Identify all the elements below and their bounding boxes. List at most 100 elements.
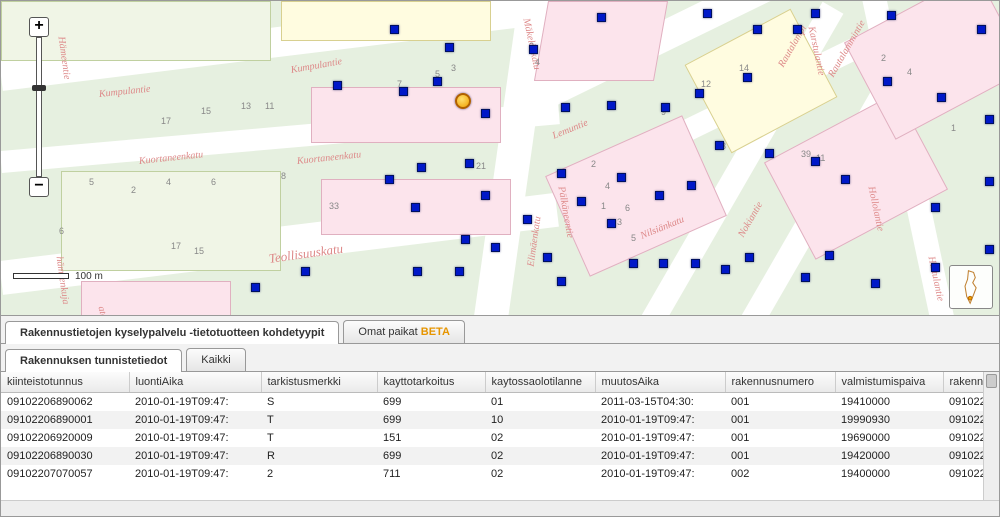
building-marker[interactable]	[417, 163, 426, 172]
building-marker[interactable]	[557, 277, 566, 286]
column-header[interactable]: tarkistusmerkki	[261, 372, 377, 393]
sub-tab[interactable]: Rakennuksen tunnistetiedot	[5, 349, 182, 372]
table-scroll[interactable]: kiinteistotunnusluontiAikatarkistusmerkk…	[1, 372, 999, 500]
table-row[interactable]: 091022069200092010-01-19T09:47:T15102201…	[1, 429, 999, 447]
table-row[interactable]: 091022068900012010-01-19T09:47:T69910201…	[1, 411, 999, 429]
building-marker[interactable]	[801, 273, 810, 282]
building-marker[interactable]	[691, 259, 700, 268]
table-row[interactable]: 091022068900622010-01-19T09:47:S69901201…	[1, 393, 999, 412]
building-marker[interactable]	[825, 251, 834, 260]
building-marker[interactable]	[743, 73, 752, 82]
building-marker[interactable]	[413, 267, 422, 276]
building-marker[interactable]	[887, 11, 896, 20]
building-marker[interactable]	[883, 77, 892, 86]
table-row[interactable]: 091022070700572010-01-19T09:47:271102201…	[1, 465, 999, 483]
building-marker[interactable]	[753, 25, 762, 34]
building-marker[interactable]	[399, 87, 408, 96]
building-marker[interactable]	[577, 197, 586, 206]
building-marker[interactable]	[937, 93, 946, 102]
building-marker[interactable]	[461, 235, 470, 244]
sub-tab[interactable]: Kaikki	[186, 348, 245, 371]
building-marker[interactable]	[655, 191, 664, 200]
building-marker[interactable]	[985, 177, 994, 186]
horizontal-scrollbar[interactable]	[1, 500, 999, 516]
zoom-slider-handle[interactable]	[32, 85, 46, 91]
building-marker[interactable]	[607, 219, 616, 228]
vertical-scrollbar[interactable]	[983, 372, 999, 500]
scrollbar-thumb[interactable]	[986, 374, 997, 388]
overview-map-toggle[interactable]	[949, 265, 993, 309]
building-marker[interactable]	[543, 253, 552, 262]
building-marker[interactable]	[745, 253, 754, 262]
building-marker[interactable]	[491, 243, 500, 252]
building-marker[interactable]	[390, 25, 399, 34]
building-marker[interactable]	[715, 141, 724, 150]
cell: S	[261, 393, 377, 412]
column-header[interactable]: kaytossaolotilanne	[485, 372, 595, 393]
building-marker[interactable]	[523, 215, 532, 224]
building-marker[interactable]	[661, 103, 670, 112]
cell: 19420000	[835, 447, 943, 465]
zoom-slider-track[interactable]	[36, 37, 42, 177]
building-marker[interactable]	[793, 25, 802, 34]
zoom-out-button[interactable]: −	[29, 177, 49, 197]
main-tab[interactable]: Rakennustietojen kyselypalvelu -tietotuo…	[5, 321, 339, 344]
building-marker[interactable]	[385, 175, 394, 184]
column-header[interactable]: rakennusnumero	[725, 372, 835, 393]
building-marker[interactable]	[721, 265, 730, 274]
building-marker[interactable]	[333, 81, 342, 90]
column-header[interactable]: kiinteistotunnus	[1, 372, 129, 393]
cell: 2010-01-19T09:47:	[595, 447, 725, 465]
building-marker[interactable]	[481, 109, 490, 118]
building-marker[interactable]	[931, 263, 940, 272]
building-marker[interactable]	[659, 259, 668, 268]
building-marker[interactable]	[985, 115, 994, 124]
building-marker[interactable]	[977, 25, 986, 34]
building-marker[interactable]	[765, 149, 774, 158]
column-header[interactable]: muutosAika	[595, 372, 725, 393]
building-marker[interactable]	[301, 267, 310, 276]
building-marker[interactable]	[445, 43, 454, 52]
building-marker[interactable]	[871, 279, 880, 288]
building-marker[interactable]	[841, 175, 850, 184]
column-header[interactable]: valmistumispaiva	[835, 372, 943, 393]
building-marker[interactable]	[629, 259, 638, 268]
building-marker[interactable]	[455, 267, 464, 276]
building-marker[interactable]	[703, 9, 712, 18]
main-tab[interactable]: Omat paikat BETA	[343, 320, 465, 343]
building-marker[interactable]	[985, 245, 994, 254]
building-marker[interactable]	[617, 173, 626, 182]
building-marker[interactable]	[931, 203, 940, 212]
cell: 09102206920009	[1, 429, 129, 447]
building-marker[interactable]	[411, 203, 420, 212]
selected-marker[interactable]	[455, 93, 471, 109]
building-marker[interactable]	[481, 191, 490, 200]
building-marker[interactable]	[811, 9, 820, 18]
building-marker[interactable]	[561, 103, 570, 112]
building-marker[interactable]	[465, 159, 474, 168]
building-marker[interactable]	[687, 181, 696, 190]
building-marker[interactable]	[607, 101, 616, 110]
house-number: 3	[617, 217, 622, 227]
column-header[interactable]: luontiAika	[129, 372, 261, 393]
column-header[interactable]: kayttotarkoitus	[377, 372, 485, 393]
building-marker[interactable]	[695, 89, 704, 98]
house-number: 6	[211, 177, 216, 187]
building-marker[interactable]	[251, 283, 260, 292]
cell: 09102206890030	[1, 447, 129, 465]
house-number: 6	[625, 203, 630, 213]
building-marker[interactable]	[597, 13, 606, 22]
house-number: 8	[281, 171, 286, 181]
building-marker[interactable]	[529, 45, 538, 54]
table-row[interactable]: 091022068900302010-01-19T09:47:R69902201…	[1, 447, 999, 465]
zoom-in-button[interactable]: +	[29, 17, 49, 37]
cell: 01	[485, 393, 595, 412]
house-number: 33	[329, 201, 339, 211]
house-number: 39	[801, 149, 811, 159]
cell: 699	[377, 393, 485, 412]
map-viewport[interactable]: KumpulantieKumpulantieKuortaneenkatuKuor…	[0, 0, 1000, 316]
building-marker[interactable]	[433, 77, 442, 86]
building-marker[interactable]	[557, 169, 566, 178]
house-number: 4	[166, 177, 171, 187]
building-marker[interactable]	[811, 157, 820, 166]
